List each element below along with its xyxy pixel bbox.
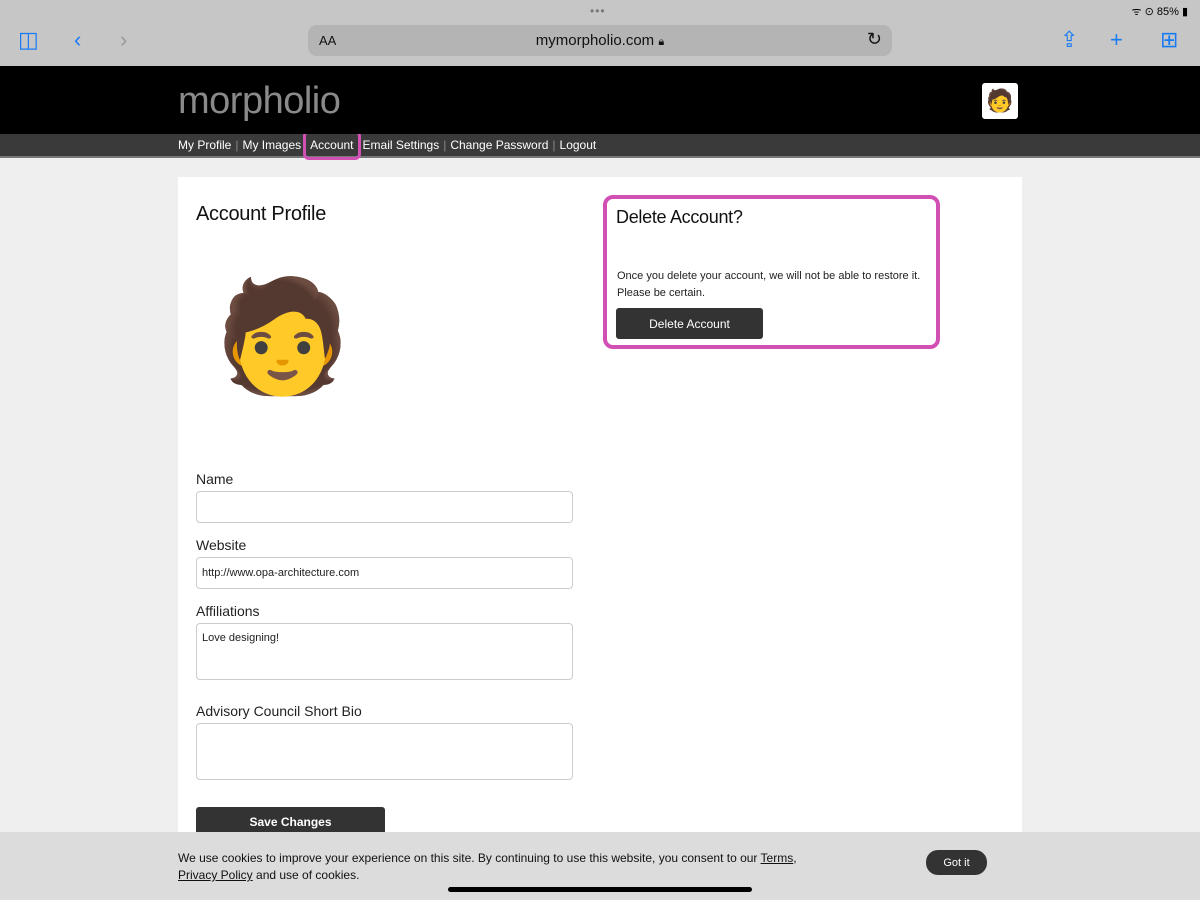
affiliations-label: Affiliations: [196, 603, 260, 619]
account-nav: My Profile | My Images Account Email Sett…: [0, 130, 1200, 160]
share-icon[interactable]: ⇪: [1060, 28, 1078, 52]
website-label: Website: [196, 537, 247, 553]
affiliations-input[interactable]: Love designing!: [196, 623, 573, 680]
back-icon[interactable]: ‹: [74, 28, 81, 52]
status-bar: ᯤ ⊙ 85% ▮: [1131, 6, 1188, 18]
nav-my-images[interactable]: My Images: [242, 138, 301, 152]
address-bar[interactable]: AA mymorpholio.com 🔒︎ ↻: [308, 25, 892, 56]
sidebar-icon[interactable]: ◫: [18, 28, 39, 52]
account-card: Account Profile 🧑 Name Website Affiliati…: [178, 177, 1022, 837]
new-tab-icon[interactable]: +: [1110, 28, 1123, 52]
battery-level: 85%: [1156, 6, 1179, 18]
nav-change-password[interactable]: Change Password: [450, 138, 548, 152]
user-avatar[interactable]: 🧑: [982, 83, 1018, 119]
website-input[interactable]: [196, 557, 573, 589]
forward-icon[interactable]: ›: [120, 28, 127, 52]
url-text: mymorpholio.com: [535, 32, 655, 49]
delete-account-panel: Delete Account? Once you delete your acc…: [603, 195, 940, 349]
multitask-dots-icon[interactable]: •••: [590, 4, 606, 18]
nav-account[interactable]: Account: [303, 130, 361, 160]
delete-title: Delete Account?: [616, 207, 743, 227]
delete-warning: Once you delete your account, we will no…: [617, 270, 921, 299]
tabs-overview-icon[interactable]: ⊞: [1160, 28, 1178, 52]
bio-input[interactable]: [196, 723, 573, 780]
privacy-link[interactable]: Privacy Policy: [178, 868, 253, 882]
lock-icon: 🔒︎: [658, 36, 665, 48]
name-input[interactable]: [196, 491, 573, 523]
terms-link[interactable]: Terms: [761, 851, 794, 865]
cookie-accept-button[interactable]: Got it: [926, 850, 987, 875]
site-header: morpholio 🧑: [0, 66, 1200, 134]
delete-account-button[interactable]: Delete Account: [616, 308, 763, 339]
cookie-text: We use cookies to improve your experienc…: [178, 851, 797, 882]
browser-toolbar: ••• ᯤ ⊙ 85% ▮ ◫ ‹ › AA mymorpholio.com 🔒…: [0, 0, 1200, 66]
home-indicator: [448, 887, 752, 892]
name-label: Name: [196, 471, 234, 487]
nav-logout[interactable]: Logout: [560, 138, 597, 152]
reload-icon[interactable]: ↻: [867, 29, 882, 50]
nav-email-settings[interactable]: Email Settings: [363, 138, 440, 152]
site-logo[interactable]: morpholio: [178, 80, 341, 123]
nav-my-profile[interactable]: My Profile: [178, 138, 231, 152]
bio-label: Advisory Council Short Bio: [196, 703, 362, 719]
page-title: Account Profile: [196, 203, 327, 225]
profile-photo[interactable]: 🧑: [214, 277, 351, 397]
